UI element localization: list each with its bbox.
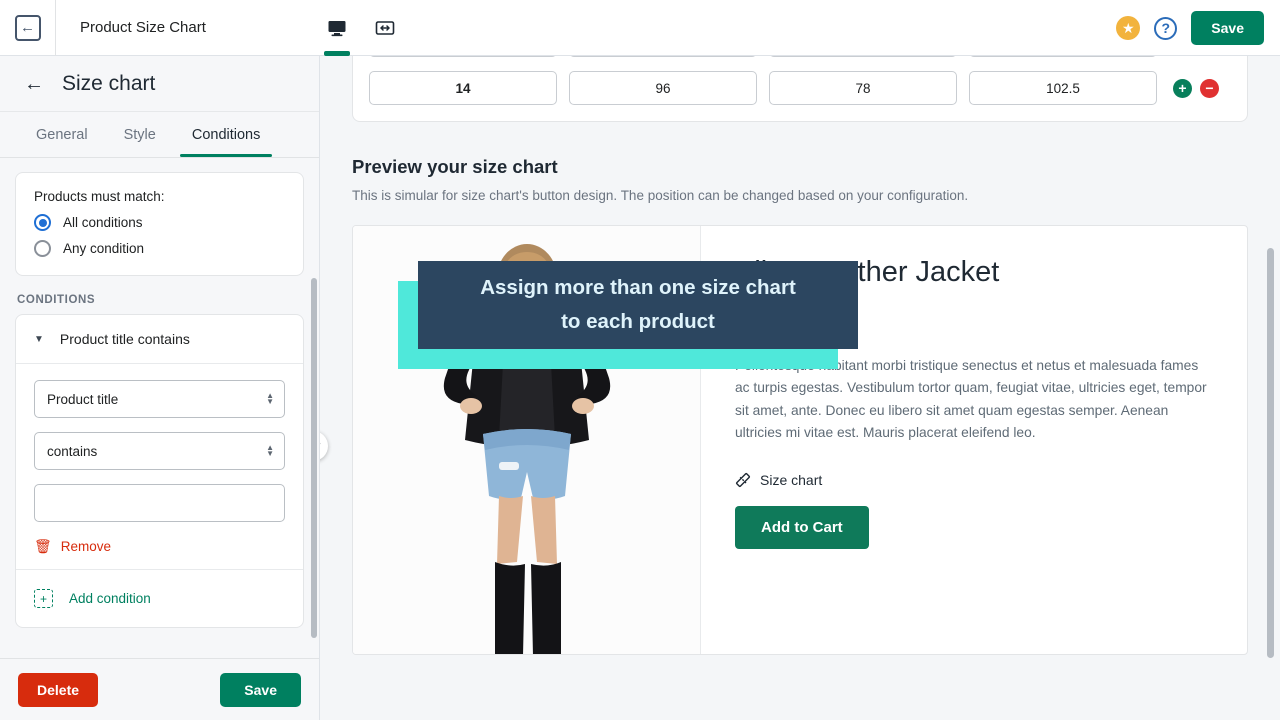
table-cell-size[interactable]: 12	[369, 56, 557, 57]
settings-panel: ← Size chart General Style Conditions Pr…	[0, 56, 320, 720]
remove-condition-label: Remove	[60, 539, 112, 554]
save-button-panel[interactable]: Save	[220, 672, 301, 707]
panel-back-arrow-icon[interactable]: ←	[24, 74, 44, 94]
promo-banner-box: Assign more than one size chart to each …	[418, 261, 858, 349]
radio-icon-all	[34, 214, 51, 231]
size-chart-link-label: Size chart	[760, 472, 823, 489]
radio-any-condition[interactable]: Any condition	[34, 240, 285, 257]
desktop-view-icon	[328, 21, 346, 37]
back-button[interactable]: ←	[0, 0, 56, 56]
minus-circle-icon[interactable]: −	[1200, 78, 1219, 98]
table-cell-value[interactable]: 96	[569, 71, 757, 105]
match-label: Products must match:	[34, 189, 165, 204]
main-content: 12 91 73 97.5 + − 14 96 78 102.5 +	[320, 56, 1280, 720]
top-bar-actions: ★ ? Save	[1116, 0, 1264, 56]
condition-value-input[interactable]	[34, 484, 285, 522]
plus-dashed-icon: +	[34, 589, 53, 608]
table-cell-size[interactable]: 14	[369, 71, 557, 105]
plus-circle-icon[interactable]: +	[1173, 78, 1192, 98]
condition-header[interactable]: ▼ Product title contains	[16, 315, 303, 364]
match-settings-card: Products must match: All conditions Any …	[15, 172, 304, 276]
panel-scroll-area: Products must match: All conditions Any …	[0, 158, 319, 658]
condition-field-value: Product title	[47, 391, 119, 407]
preview-heading: Preview your size chart	[352, 156, 558, 177]
add-condition-label: Add condition	[69, 591, 151, 606]
main-scrollbar[interactable]	[1267, 248, 1274, 658]
panel-scrollbar[interactable]	[311, 278, 317, 638]
app-root: ← Product Size Chart ★ ? Save ← Size cha…	[0, 0, 1280, 720]
panel-header: ← Size chart	[0, 56, 319, 112]
panel-tabs: General Style Conditions	[0, 112, 319, 158]
condition-card: ▼ Product title contains Product title ▲…	[15, 314, 304, 628]
back-arrow-icon: ←	[14, 14, 41, 41]
stepper-arrows-icon: ▲ ▼	[266, 391, 274, 406]
top-bar: ← Product Size Chart ★ ? Save	[0, 0, 1280, 56]
table-cell-value[interactable]: 73	[769, 56, 957, 57]
promo-banner: Assign more than one size chart to each …	[398, 261, 858, 369]
add-condition-button[interactable]: + Add condition	[16, 570, 303, 627]
size-chart-link[interactable]: Size chart	[735, 472, 1213, 488]
remove-condition-button[interactable]: 🗑 Remove	[34, 538, 285, 555]
condition-body: Product title ▲ ▼ contains ▲ ▼ 🗑 Remove	[16, 364, 303, 570]
size-chart-badge-button[interactable]	[320, 431, 328, 461]
main-inner: 12 91 73 97.5 + − 14 96 78 102.5 +	[320, 56, 1280, 658]
condition-field-select[interactable]: Product title ▲ ▼	[34, 380, 285, 418]
responsive-view-toggle[interactable]	[370, 8, 400, 48]
radio-label-all: All conditions	[63, 215, 143, 230]
table-row: 12 91 73 97.5 + −	[369, 56, 1231, 57]
condition-operator-value: contains	[47, 443, 98, 459]
page-title: Product Size Chart	[80, 19, 206, 36]
help-question-icon[interactable]: ?	[1154, 16, 1178, 40]
row-actions: + −	[1173, 78, 1219, 98]
desktop-view-toggle[interactable]	[322, 8, 352, 56]
responsive-view-icon	[375, 21, 395, 35]
trash-icon: 🗑	[34, 538, 52, 554]
tab-general[interactable]: General	[18, 112, 106, 157]
floating-size-chart-widget: SIZE CHART	[320, 323, 348, 483]
promo-banner-line2: to each product	[561, 310, 715, 333]
star-icon[interactable]: ★	[1116, 16, 1141, 40]
size-table-card: 12 91 73 97.5 + − 14 96 78 102.5 +	[352, 56, 1248, 122]
save-button-top[interactable]: Save	[1191, 11, 1264, 45]
table-cell-value[interactable]: 97.5	[969, 56, 1157, 57]
radio-icon-any	[34, 240, 51, 257]
promo-banner-line1: Assign more than one size chart	[480, 276, 796, 300]
ruler-icon	[735, 473, 751, 488]
table-row: 14 96 78 102.5 + −	[369, 71, 1231, 105]
view-toggle-group	[322, 0, 400, 56]
preview-subtitle: This is simular for size chart's button …	[352, 188, 969, 203]
panel-title: Size chart	[62, 71, 156, 95]
radio-label-any: Any condition	[63, 241, 145, 256]
table-cell-value[interactable]: 102.5	[969, 71, 1157, 105]
tab-style[interactable]: Style	[106, 112, 174, 157]
tab-conditions[interactable]: Conditions	[174, 112, 279, 157]
radio-all-conditions[interactable]: All conditions	[34, 214, 285, 231]
table-cell-value[interactable]: 91	[569, 56, 757, 57]
table-cell-value[interactable]: 78	[769, 71, 957, 105]
condition-header-label: Product title contains	[59, 331, 190, 347]
delete-button[interactable]: Delete	[18, 672, 99, 707]
add-to-cart-button[interactable]: Add to Cart	[735, 506, 869, 550]
conditions-section-label: CONDITIONS	[17, 294, 96, 306]
panel-footer: Delete Save	[0, 658, 319, 720]
ruler-icon	[320, 439, 321, 454]
chevron-down-icon: ▼	[34, 333, 44, 345]
stepper-arrows-icon: ▲ ▼	[266, 443, 274, 458]
condition-operator-select[interactable]: contains ▲ ▼	[34, 432, 285, 470]
